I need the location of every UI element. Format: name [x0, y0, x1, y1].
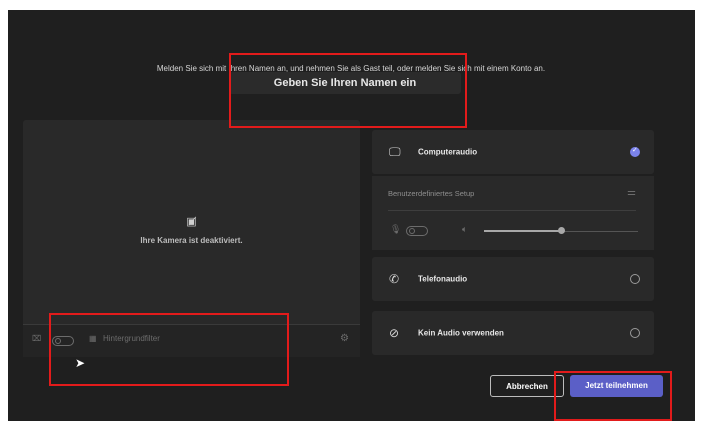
- video-controls-bar: ⌧ ▦ Hintergrundfilter ⚙: [23, 324, 360, 357]
- camera-toggle[interactable]: [52, 336, 74, 346]
- option-no-audio[interactable]: ⊘ Kein Audio verwenden: [372, 311, 654, 355]
- no-audio-label: Kein Audio verwenden: [418, 328, 504, 338]
- phone-audio-label: Telefonaudio: [418, 274, 468, 284]
- cancel-button[interactable]: Abbrechen: [490, 375, 564, 397]
- sliders-icon[interactable]: ⚌: [627, 187, 636, 198]
- name-input[interactable]: Geben Sie Ihren Namen ein: [229, 72, 461, 94]
- computer-audio-radio[interactable]: [630, 146, 640, 157]
- option-computer-audio[interactable]: 🖵 Computeraudio: [372, 130, 654, 174]
- custom-setup-panel: Benutzerdefiniertes Setup ⚌ 🎙︎ 🔈︎: [372, 176, 654, 250]
- camera-off-icon: ▣̸: [186, 216, 197, 228]
- mic-toggle[interactable]: [406, 226, 428, 236]
- no-audio-radio[interactable]: [630, 328, 640, 338]
- camera-off-text: Ihre Kamera ist deaktiviert.: [140, 236, 243, 245]
- option-phone-audio[interactable]: ✆ Telefonaudio: [372, 257, 654, 301]
- mouse-cursor-icon: ➤: [75, 356, 86, 370]
- monitor-speaker-icon: 🖵: [389, 144, 401, 159]
- camera-icon: ⌧: [32, 334, 42, 343]
- custom-setup-label[interactable]: Benutzerdefiniertes Setup: [388, 189, 474, 198]
- join-now-button[interactable]: Jetzt teilnehmen: [570, 375, 663, 397]
- computer-audio-label: Computeraudio: [418, 147, 478, 157]
- video-preview: ▣̸ Ihre Kamera ist deaktiviert. ⌧ ▦ Hint…: [23, 120, 360, 357]
- speaker-icon: 🔈︎: [462, 224, 468, 234]
- speaker-volume-fill: [484, 230, 561, 232]
- speaker-volume-thumb[interactable]: [558, 227, 565, 234]
- background-filter-icon: ▦: [89, 334, 97, 343]
- camera-off-message: ▣̸ Ihre Kamera ist deaktiviert.: [23, 212, 360, 245]
- divider: [388, 210, 636, 211]
- gear-icon[interactable]: ⚙: [340, 333, 349, 344]
- background-filter-button[interactable]: Hintergrundfilter: [103, 334, 160, 343]
- mic-off-icon: 🎙︎: [390, 224, 402, 234]
- speaker-off-icon: ⊘: [389, 326, 400, 340]
- phone-audio-radio[interactable]: [630, 274, 640, 284]
- phone-icon: ✆: [389, 272, 400, 286]
